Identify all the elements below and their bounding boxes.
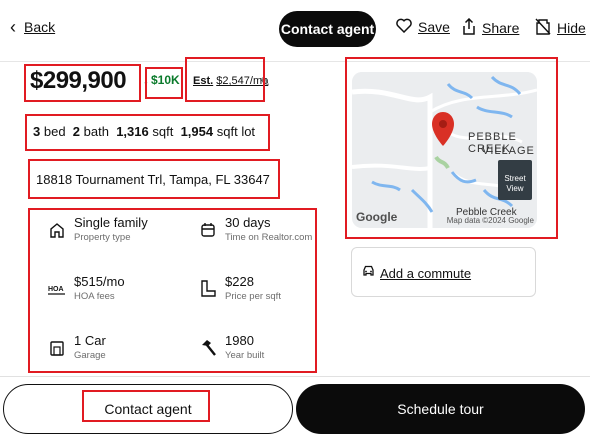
highlight-specs [25,114,270,151]
car-icon [362,264,375,282]
highlight-price-drop [145,67,183,99]
hide-icon [535,18,551,38]
hide-button[interactable]: Hide [535,18,586,38]
hide-label: Hide [557,20,586,36]
add-commute-card[interactable]: Add a commute [351,247,536,297]
save-label: Save [418,19,450,35]
add-commute-label: Add a commute [380,266,472,281]
bottom-divider [0,376,590,377]
highlight-est-payment [185,57,265,102]
highlight-map [345,57,558,239]
save-button[interactable]: Save [396,18,450,36]
back-button[interactable]: ‹ Back [10,18,55,36]
top-nav: ‹ Back Contact agent Save Share Hide [0,0,590,62]
contact-agent-button-top[interactable]: Contact agent [279,11,376,47]
chevron-left-icon: ‹ [10,17,16,37]
highlight-contact-agent [82,390,210,422]
heart-icon [396,18,412,36]
highlight-price [24,64,141,102]
schedule-tour-button[interactable]: Schedule tour [296,384,585,434]
highlight-facts [28,208,317,373]
share-label: Share [482,20,520,36]
back-label: Back [24,19,56,35]
highlight-address [28,159,280,199]
share-icon [462,17,476,38]
share-button[interactable]: Share [462,17,520,38]
